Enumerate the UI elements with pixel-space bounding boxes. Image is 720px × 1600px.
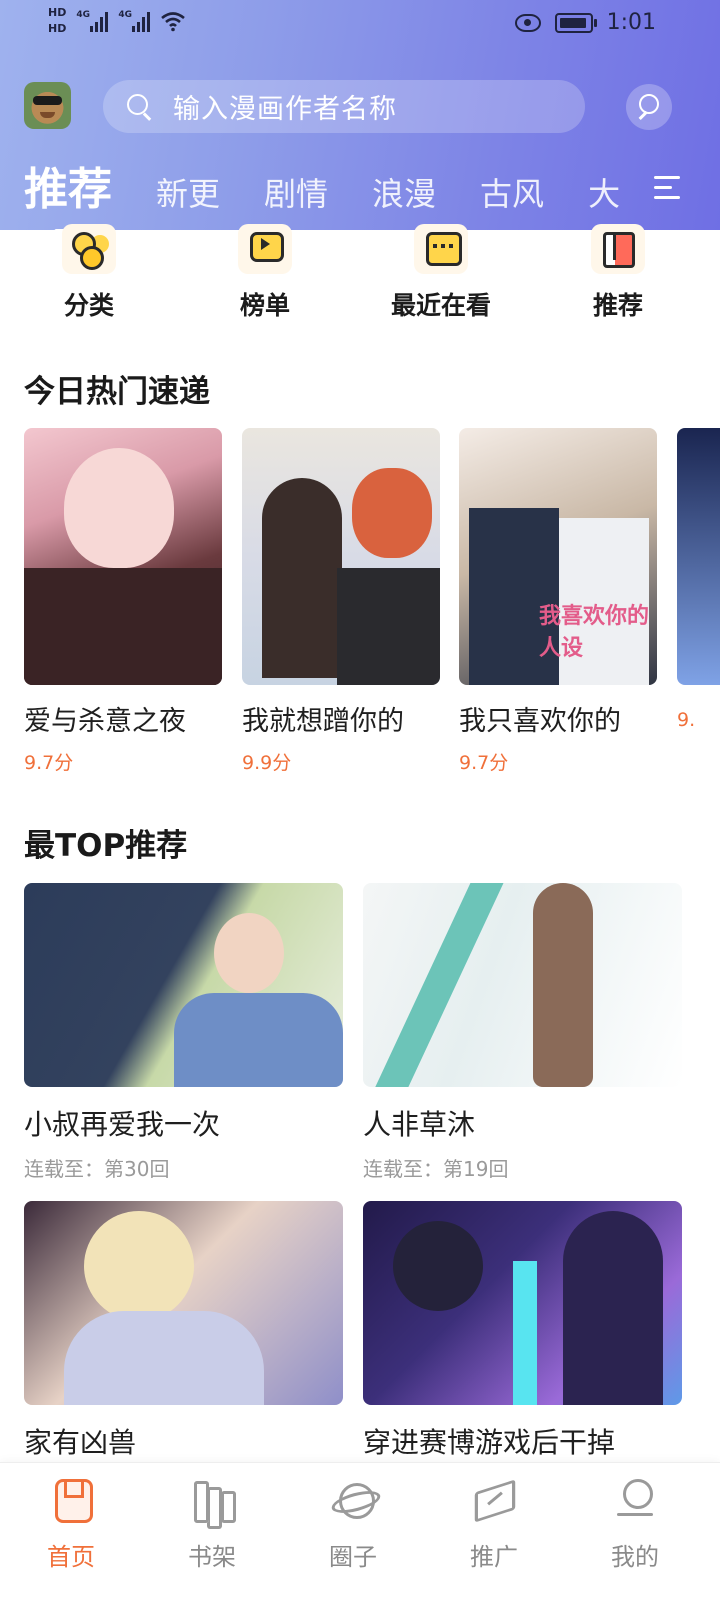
quick-link-label: 分类 xyxy=(63,291,114,320)
bottom-nav: 首页 书架 圈子 推广 我的 xyxy=(0,1462,720,1600)
quick-link-category[interactable]: 分类 xyxy=(19,224,159,322)
nav-label: 圈子 xyxy=(329,1543,377,1571)
comic-title: 穿进赛博游戏后干掉 xyxy=(363,1426,616,1459)
tab-ancient[interactable]: 古风 xyxy=(480,170,544,218)
comic-title: 家有凶兽 xyxy=(24,1426,137,1459)
quick-link-label: 推荐 xyxy=(592,291,643,320)
quick-link-recent[interactable]: 最近在看 xyxy=(371,224,511,322)
comic-cover xyxy=(677,428,720,685)
comic-cover xyxy=(363,883,682,1087)
user-icon xyxy=(613,1477,657,1521)
hot-carousel[interactable]: 爱与杀意之夜 9.7分 我就想蹭你的 9.9分 我喜欢你的人设 我只喜欢你的 9… xyxy=(24,428,720,778)
hd-badge: HD xyxy=(48,22,67,35)
quick-link-label: 榜单 xyxy=(239,291,290,320)
quick-link-ranking[interactable]: 榜单 xyxy=(195,224,335,322)
comic-cover xyxy=(24,883,343,1087)
bookshelf-icon xyxy=(190,1477,236,1523)
comic-progress: 连载至：第19回 xyxy=(363,1157,509,1181)
comic-cover xyxy=(24,1201,343,1405)
comic-progress: 连载至：第30回 xyxy=(24,1157,170,1181)
nav-circle[interactable]: 圈子 xyxy=(303,1477,403,1572)
cover-logo-text: 我喜欢你的人设 xyxy=(539,604,650,661)
signal-icon: 4G xyxy=(76,10,109,32)
hot-comic-card[interactable]: 我喜欢你的人设 我只喜欢你的 9.7分 xyxy=(459,428,657,775)
quick-links: 分类 榜单 最近在看 推荐 xyxy=(0,224,720,334)
nav-profile[interactable]: 我的 xyxy=(585,1477,685,1572)
comic-cover xyxy=(242,428,440,685)
comic-score: 9. xyxy=(677,709,696,731)
hot-comic-card[interactable]: 爱与杀意之夜 9.7分 xyxy=(24,428,222,775)
nav-home[interactable]: 首页 xyxy=(21,1477,121,1572)
category-icon xyxy=(62,224,116,274)
nav-label: 推广 xyxy=(470,1543,518,1571)
comic-title: 人非草沐 xyxy=(363,1108,476,1141)
category-tabs: 推荐 新更 剧情 浪漫 古风 大 xyxy=(24,158,622,230)
comic-score: 9.7分 xyxy=(24,752,74,774)
header: HD HD 4G 4G 1:01 输入漫画作者名称 推荐 新更 剧情 浪漫 古风… xyxy=(0,0,720,230)
eye-icon xyxy=(514,13,541,32)
tab-recommend[interactable]: 推荐 xyxy=(24,162,112,230)
top-section-title: 最TOP推荐 xyxy=(24,828,188,864)
top-comic-card[interactable]: 人非草沐 连载至：第19回 xyxy=(363,883,682,1182)
signal-icon: 4G xyxy=(118,10,151,32)
network-type-label: 4G xyxy=(76,10,90,20)
quick-link-recommend[interactable]: 推荐 xyxy=(548,224,688,322)
top-comic-card[interactable]: 家有凶兽 xyxy=(24,1201,343,1461)
recent-icon xyxy=(414,224,468,274)
top-comic-card[interactable]: 穿进赛博游戏后干掉 xyxy=(363,1201,682,1461)
scan-button[interactable] xyxy=(626,84,672,130)
search-icon xyxy=(127,93,153,120)
comic-cover xyxy=(24,428,222,685)
wifi-icon xyxy=(161,12,186,32)
comic-score: 9.9分 xyxy=(242,752,292,774)
comic-title: 我就想蹭你的 xyxy=(242,706,404,737)
comic-title: 小叔再爱我一次 xyxy=(24,1108,221,1141)
tab-story[interactable]: 剧情 xyxy=(264,170,328,218)
hot-comic-card[interactable]: 9. xyxy=(677,428,720,731)
avatar[interactable] xyxy=(24,82,71,129)
menu-icon[interactable] xyxy=(654,176,680,200)
hd-indicators: HD HD xyxy=(48,6,66,36)
tab-more-partial[interactable]: 大 xyxy=(588,170,622,218)
status-right: 1:01 xyxy=(514,10,656,35)
top-comic-card[interactable]: 小叔再爱我一次 连载至：第30回 xyxy=(24,883,343,1182)
search-placeholder: 输入漫画作者名称 xyxy=(173,94,397,125)
search-input[interactable]: 输入漫画作者名称 xyxy=(103,80,585,133)
comic-title: 我只喜欢你的 xyxy=(459,706,621,737)
status-bar: HD HD 4G 4G 1:01 xyxy=(0,0,720,52)
hd-badge: HD xyxy=(48,6,67,19)
home-icon xyxy=(49,1477,93,1523)
comic-cover xyxy=(363,1201,682,1405)
comic-title: 爱与杀意之夜 xyxy=(24,706,186,737)
comic-score: 9.7分 xyxy=(459,752,509,774)
quick-link-label: 最近在看 xyxy=(390,291,491,320)
nav-label: 书架 xyxy=(188,1543,236,1571)
nav-label: 我的 xyxy=(611,1543,659,1571)
planet-icon xyxy=(331,1477,375,1521)
clock: 1:01 xyxy=(606,10,656,35)
tab-romance[interactable]: 浪漫 xyxy=(372,170,436,218)
tab-new-update[interactable]: 新更 xyxy=(156,170,220,218)
status-left: HD HD 4G 4G xyxy=(48,6,186,36)
hot-comic-card[interactable]: 我就想蹭你的 9.9分 xyxy=(242,428,440,775)
recommend-icon xyxy=(591,224,645,274)
paper-plane-icon xyxy=(472,1477,516,1521)
nav-bookshelf[interactable]: 书架 xyxy=(162,1477,262,1572)
network-type-label: 4G xyxy=(118,10,132,20)
ranking-icon xyxy=(238,224,292,274)
battery-icon xyxy=(554,12,597,33)
nav-label: 首页 xyxy=(47,1543,95,1571)
hot-section-title: 今日热门速递 xyxy=(24,374,210,410)
comic-cover: 我喜欢你的人设 xyxy=(459,428,657,685)
nav-promote[interactable]: 推广 xyxy=(444,1477,544,1572)
